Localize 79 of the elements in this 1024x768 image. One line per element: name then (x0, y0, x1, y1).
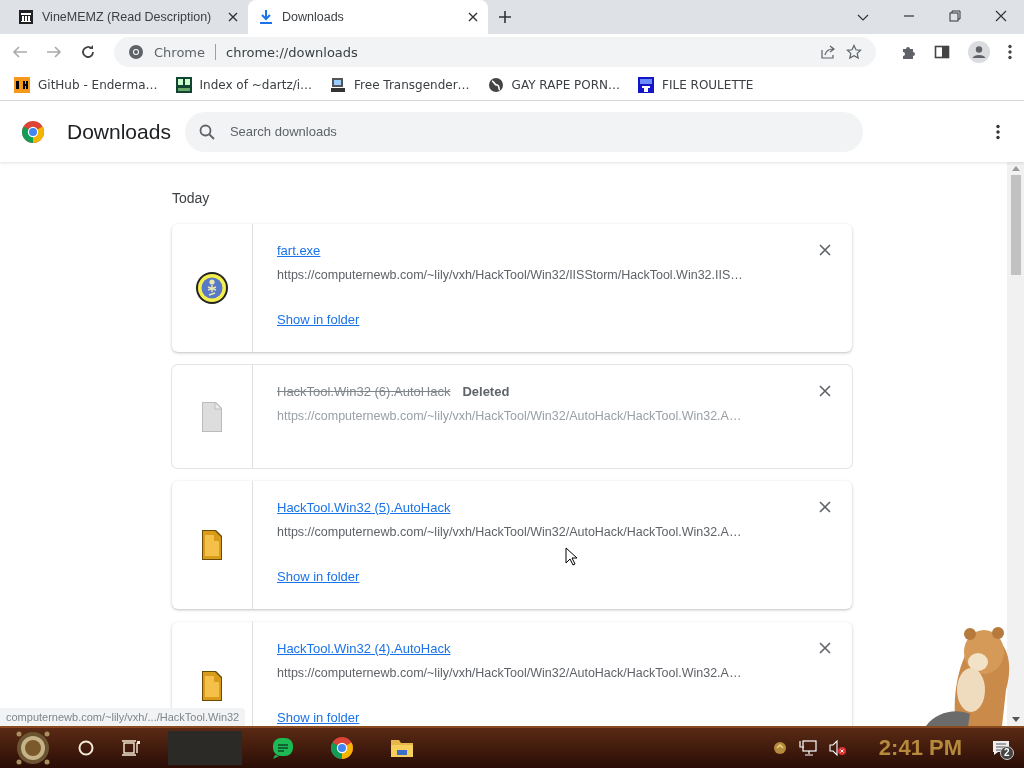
address-bar[interactable]: Chrome chrome://downloads (114, 37, 876, 67)
reload-icon[interactable] (80, 44, 96, 60)
close-icon[interactable] (468, 12, 478, 22)
folder-icon[interactable] (390, 738, 414, 758)
task-view-icon[interactable] (122, 740, 140, 756)
chrome-logo-icon (21, 119, 45, 144)
muted-speaker-icon[interactable] (828, 740, 847, 756)
menu-icon[interactable] (1008, 44, 1012, 60)
source-url: https://computernewb.com/~lily/vxh/HackTool/Win32/IISStorm/HackTool.Win32.IIS… (277, 268, 743, 282)
close-icon[interactable] (819, 642, 831, 654)
close-icon[interactable] (995, 10, 1007, 22)
download-icon (258, 9, 274, 25)
bookmark-item[interactable]: Free Transgender… (330, 77, 470, 93)
source-url: https://computernewb.com/~lily/vxh/HackTool/Win32/AutoHack/HackTool.Win32.A… (277, 666, 742, 680)
close-icon[interactable] (819, 501, 831, 513)
square-logo-icon (638, 77, 655, 93)
tab-title: VineMEMZ (Read Description) (42, 10, 213, 24)
side-panel-icon[interactable] (934, 44, 950, 60)
file-icon (199, 670, 225, 702)
source-url: https://computernewb.com/~lily/vxh/HackTool/Win32/AutoHack/HackTool.Win32.A… (277, 525, 742, 539)
bookmark-label: FILE ROULETTE (662, 78, 754, 92)
grid-icon (175, 77, 192, 93)
browser-tab[interactable]: VineMEMZ (Read Description) (8, 0, 248, 34)
clock[interactable]: 2:41 PM (878, 735, 962, 761)
new-tab-icon[interactable] (498, 10, 512, 24)
show-in-folder-link[interactable]: Show in folder (277, 312, 360, 327)
file-icon (199, 529, 225, 561)
notification-count: 2 (1000, 746, 1014, 760)
museum-icon (18, 9, 34, 25)
close-icon[interactable] (819, 385, 831, 397)
globe-icon (487, 77, 504, 93)
bookmark-item[interactable]: GAY RAPE PORN… (487, 77, 621, 93)
bookmark-label: GitHub - Enderma… (38, 78, 158, 92)
close-icon[interactable] (228, 12, 238, 22)
download-status: Deleted (462, 383, 510, 399)
bookmark-item[interactable]: GitHub - Enderma… (14, 77, 158, 93)
status-bubble: computernewb.com/~lily/vxh/.../HackTool.Win32 (0, 708, 246, 726)
source-url: https://computernewb.com/~lily/vxh/HackTool/Win32/AutoHack/HackTool.Win32.A… (277, 409, 742, 423)
notification-button[interactable]: 2 (992, 740, 1010, 756)
close-icon[interactable] (819, 244, 831, 256)
restore-icon[interactable] (949, 10, 961, 22)
emblem-icon (195, 271, 229, 305)
chevron-down-icon[interactable] (857, 14, 869, 22)
url-text: chrome://downloads (226, 44, 358, 60)
bookmark-label: Free Transgender… (354, 78, 470, 92)
star-icon[interactable] (846, 44, 862, 60)
share-icon[interactable] (820, 44, 836, 60)
bookmark-label: GAY RAPE PORN… (511, 78, 621, 92)
chrome-icon (128, 44, 144, 60)
tab-title: Downloads (282, 10, 345, 24)
bookmark-item[interactable]: FILE ROULETTE (638, 77, 754, 93)
profile-avatar-icon[interactable] (968, 41, 990, 63)
section-heading: Today (172, 190, 211, 206)
scrollbar-thumb[interactable] (1010, 175, 1021, 275)
search-icon (198, 123, 215, 140)
chrome-icon[interactable] (330, 736, 354, 760)
browser-tab[interactable]: Downloads (248, 0, 488, 34)
puzzle-icon[interactable] (900, 44, 916, 60)
bookmark-label: Index of ~dartz/i… (199, 78, 313, 92)
file-icon (199, 400, 225, 433)
file-name-link[interactable]: fart.exe (277, 242, 321, 258)
search-circle-icon[interactable] (78, 740, 94, 756)
network-icon[interactable] (798, 740, 817, 756)
chat-bubble-icon[interactable] (272, 737, 294, 759)
computer-icon (330, 77, 347, 93)
site-label: Chrome (154, 44, 205, 60)
more-options-icon[interactable] (996, 123, 1000, 140)
mouse-cursor-icon (565, 547, 577, 566)
search-field[interactable]: Search downloads (184, 111, 863, 152)
show-in-folder-link[interactable]: Show in folder (277, 569, 360, 584)
start-gear-icon[interactable] (16, 731, 50, 765)
page-title: Downloads (67, 119, 171, 144)
file-name-link[interactable]: HackTool.Win32 (5).AutoHack (277, 499, 451, 515)
scroll-down-icon[interactable] (1011, 717, 1020, 723)
square-logo-icon (14, 77, 30, 93)
show-in-folder-link[interactable]: Show in folder (277, 710, 360, 725)
bookmark-item[interactable]: Index of ~dartz/i… (175, 77, 313, 93)
file-name: HackTool.Win32 (6).AutoHack (277, 383, 451, 399)
file-name-link[interactable]: HackTool.Win32 (4).AutoHack (277, 640, 451, 656)
